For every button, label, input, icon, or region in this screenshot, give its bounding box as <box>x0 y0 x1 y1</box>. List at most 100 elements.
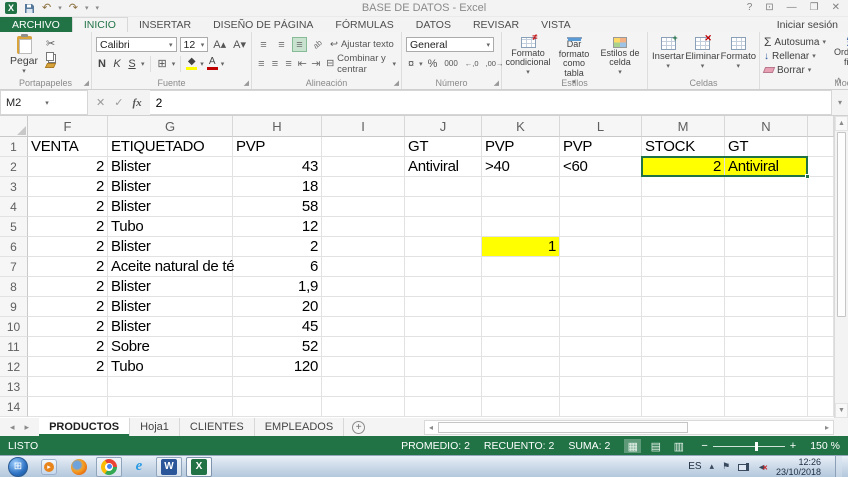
format-as-table-button[interactable]: Dar formato como tabla ▾ <box>552 35 596 77</box>
cell-G5[interactable]: Tubo <box>108 217 233 237</box>
cell-G12[interactable]: Tubo <box>108 357 233 377</box>
column-header-H[interactable]: H <box>233 116 322 137</box>
cell-G6[interactable]: Blister <box>108 237 233 257</box>
wrap-text-button[interactable]: ↩Ajustar texto <box>328 39 396 50</box>
cancel-entry-icon[interactable]: ✕ <box>96 96 105 109</box>
cell-M7[interactable] <box>642 257 725 277</box>
zoom-slider-thumb[interactable] <box>755 442 758 451</box>
cell-partial-5[interactable] <box>808 217 834 237</box>
cell-J1[interactable]: GT <box>405 137 482 157</box>
zoom-level[interactable]: 150 % <box>810 440 840 452</box>
cell-L12[interactable] <box>560 357 642 377</box>
paste-button[interactable]: Pegar ▾ <box>4 35 44 76</box>
fill-color-dropdown-icon[interactable]: ▾ <box>200 60 204 68</box>
tab-inicio[interactable]: INICIO <box>72 17 128 32</box>
copy-button[interactable] <box>44 52 59 61</box>
cell-F7[interactable]: 2 <box>28 257 108 277</box>
cell-G11[interactable]: Sobre <box>108 337 233 357</box>
cell-partial-2[interactable] <box>808 157 834 177</box>
cell-K4[interactable] <box>482 197 560 217</box>
zoom-out-button[interactable]: − <box>701 441 707 451</box>
cell-H5[interactable]: 12 <box>233 217 322 237</box>
help-button[interactable]: ? <box>747 3 753 13</box>
cell-I9[interactable] <box>322 297 405 317</box>
cell-I3[interactable] <box>322 177 405 197</box>
tab-insertar[interactable]: INSERTAR <box>128 17 202 32</box>
network-icon[interactable] <box>738 462 749 471</box>
cell-L2[interactable]: <60 <box>560 157 642 177</box>
cell-styles-button[interactable]: Estilos de celda ▾ <box>598 35 642 77</box>
cell-partial-10[interactable] <box>808 317 834 337</box>
taskbar-clock[interactable]: 12:2623/10/2018 <box>776 457 821 477</box>
collapse-ribbon-button[interactable]: ∧ <box>835 75 842 86</box>
cell-L10[interactable] <box>560 317 642 337</box>
scroll-down-icon[interactable]: ▼ <box>835 403 848 418</box>
cell-M11[interactable] <box>642 337 725 357</box>
cell-F13[interactable] <box>28 377 108 397</box>
show-hidden-icons[interactable]: ▴ <box>710 461 715 472</box>
taskbar-excel[interactable]: X <box>186 457 212 477</box>
cell-K3[interactable] <box>482 177 560 197</box>
zoom-slider[interactable] <box>713 446 785 447</box>
cell-M3[interactable] <box>642 177 725 197</box>
font-name-combo[interactable]: Calibri▾ <box>96 37 177 52</box>
align-left-button[interactable]: ≡ <box>256 56 267 71</box>
cell-partial-8[interactable] <box>808 277 834 297</box>
cell-H8[interactable]: 1,9 <box>233 277 322 297</box>
cell-I14[interactable] <box>322 397 405 417</box>
cell-J4[interactable] <box>405 197 482 217</box>
cell-G14[interactable] <box>108 397 233 417</box>
fill-button[interactable]: ↓Rellenar▾ <box>764 49 826 63</box>
new-sheet-button[interactable]: + <box>352 421 365 434</box>
font-color-button[interactable]: A <box>207 57 218 70</box>
cell-N11[interactable] <box>725 337 808 357</box>
borders-dropdown-icon[interactable]: ▾ <box>172 60 176 68</box>
insert-function-icon[interactable]: fx <box>132 97 141 109</box>
decrease-indent-button[interactable]: ⇤ <box>297 56 308 71</box>
cell-J9[interactable] <box>405 297 482 317</box>
cell-K9[interactable] <box>482 297 560 317</box>
cell-N12[interactable] <box>725 357 808 377</box>
taskbar-word[interactable]: W <box>156 457 182 477</box>
row-header-1[interactable]: 1 <box>0 137 28 157</box>
confirm-entry-icon[interactable]: ✓ <box>114 96 123 109</box>
cell-N5[interactable] <box>725 217 808 237</box>
cut-button[interactable]: ✂ <box>44 37 59 50</box>
select-all-corner[interactable] <box>0 116 28 137</box>
cell-F9[interactable]: 2 <box>28 297 108 317</box>
column-header-J[interactable]: J <box>405 116 482 137</box>
cell-M9[interactable] <box>642 297 725 317</box>
expand-formula-bar-icon[interactable]: ▾ <box>832 90 848 115</box>
row-header-14[interactable]: 14 <box>0 397 28 417</box>
language-indicator[interactable]: ES <box>688 461 701 472</box>
cell-M10[interactable] <box>642 317 725 337</box>
cell-N10[interactable] <box>725 317 808 337</box>
cell-L3[interactable] <box>560 177 642 197</box>
cell-I8[interactable] <box>322 277 405 297</box>
cell-F10[interactable]: 2 <box>28 317 108 337</box>
scroll-track[interactable] <box>835 318 848 403</box>
comma-style-button[interactable]: 000 <box>442 59 459 68</box>
cell-partial-12[interactable] <box>808 357 834 377</box>
align-middle-button[interactable]: ≡ <box>274 37 289 52</box>
align-bottom-button[interactable]: ≡ <box>292 37 307 52</box>
cell-L7[interactable] <box>560 257 642 277</box>
cell-M6[interactable] <box>642 237 725 257</box>
sheet-tab-hoja1[interactable]: Hoja1 <box>130 418 180 436</box>
cell-K14[interactable] <box>482 397 560 417</box>
sign-in-link[interactable]: Iniciar sesión <box>777 17 848 32</box>
cell-I6[interactable] <box>322 237 405 257</box>
cell-M12[interactable] <box>642 357 725 377</box>
row-header-3[interactable]: 3 <box>0 177 28 197</box>
cell-G8[interactable]: Blister <box>108 277 233 297</box>
cell-N6[interactable] <box>725 237 808 257</box>
font-color-dropdown-icon[interactable]: ▾ <box>221 60 225 68</box>
cell-J5[interactable] <box>405 217 482 237</box>
horizontal-scroll-thumb[interactable] <box>438 422 688 433</box>
cell-K7[interactable] <box>482 257 560 277</box>
cell-I1[interactable] <box>322 137 405 157</box>
cell-J2[interactable]: Antiviral <box>405 157 482 177</box>
cell-L14[interactable] <box>560 397 642 417</box>
minimize-button[interactable]: — <box>787 3 797 13</box>
cell-J10[interactable] <box>405 317 482 337</box>
